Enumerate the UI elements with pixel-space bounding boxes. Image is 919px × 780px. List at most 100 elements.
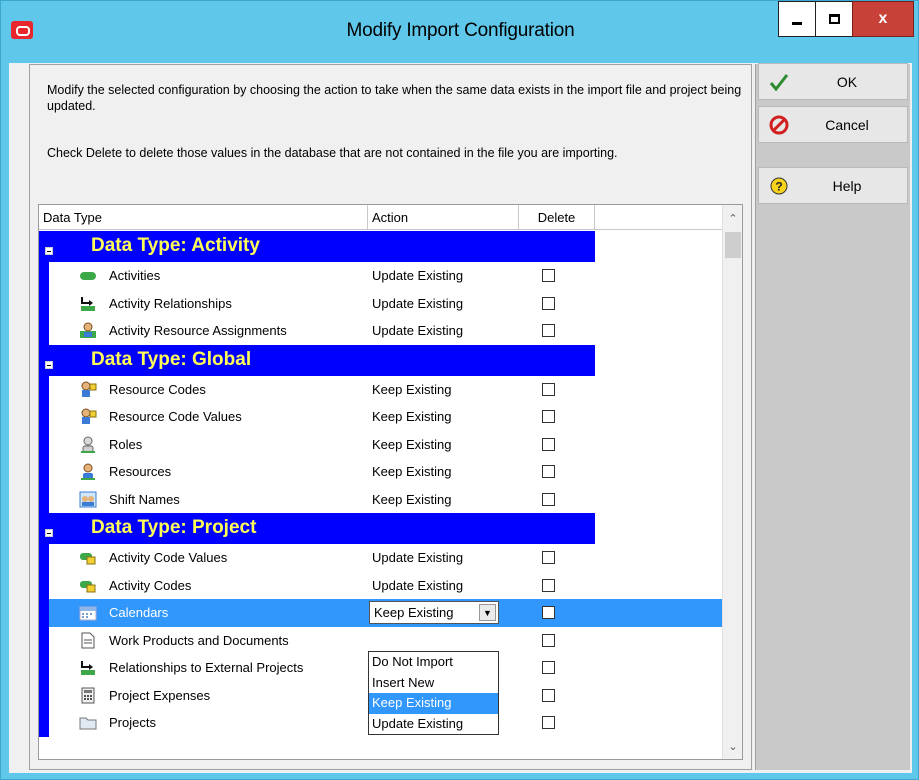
calendar-icon bbox=[79, 604, 97, 621]
group-indent-bar bbox=[39, 289, 49, 317]
minimize-icon bbox=[792, 21, 802, 25]
vertical-scrollbar[interactable]: ⌃ ⌄ bbox=[722, 205, 742, 759]
action-select[interactable]: Keep Existing ▼ bbox=[369, 601, 499, 624]
ok-label: OK bbox=[836, 74, 858, 90]
activities-icon bbox=[79, 267, 97, 284]
relationship-icon bbox=[79, 659, 97, 676]
delete-checkbox[interactable] bbox=[542, 324, 555, 337]
help-button[interactable]: ? Help bbox=[758, 167, 908, 204]
row-data-type-label: Shift Names bbox=[109, 491, 180, 507]
scroll-thumb[interactable] bbox=[725, 232, 741, 258]
delete-checkbox[interactable] bbox=[542, 382, 555, 396]
folder-icon bbox=[79, 714, 97, 731]
group-indent-bar bbox=[39, 317, 49, 345]
group-header-row[interactable]: Data Type: Global bbox=[39, 344, 595, 376]
scroll-up-icon[interactable]: ⌃ bbox=[723, 209, 742, 229]
shift-icon bbox=[79, 491, 97, 508]
table-row[interactable]: Activity Codes Update Existing bbox=[39, 571, 722, 599]
maximize-icon bbox=[828, 14, 840, 24]
row-action-value[interactable]: Keep Existing bbox=[372, 492, 452, 507]
table-row[interactable]: Calendars Keep Existing ▼ bbox=[39, 599, 722, 627]
action-select-value: Keep Existing bbox=[374, 605, 454, 620]
delete-checkbox[interactable] bbox=[542, 269, 555, 282]
delete-checkbox[interactable] bbox=[542, 410, 555, 423]
group-header-row[interactable]: Data Type: Activity bbox=[39, 231, 595, 262]
delete-checkbox[interactable] bbox=[542, 633, 555, 647]
dropdown-option[interactable]: Insert New bbox=[369, 673, 498, 694]
title-bar[interactable]: Modify Import Configuration x bbox=[1, 1, 919, 63]
group-indent-bar bbox=[39, 544, 49, 572]
table-row[interactable]: Shift Names Keep Existing bbox=[39, 485, 722, 513]
row-action-value[interactable]: Update Existing bbox=[372, 296, 463, 311]
grid-header: Data Type Action Delete bbox=[39, 205, 742, 230]
scroll-down-icon[interactable]: ⌄ bbox=[723, 737, 742, 757]
cancel-label: Cancel bbox=[825, 117, 869, 133]
table-row[interactable]: Resource Codes Keep Existing bbox=[39, 375, 722, 403]
delete-checkbox[interactable] bbox=[542, 465, 555, 478]
collapse-toggle-icon[interactable] bbox=[45, 360, 53, 369]
delete-checkbox[interactable] bbox=[542, 716, 555, 729]
resource-code-icon bbox=[79, 408, 97, 425]
row-data-type-label: Activity Relationships bbox=[109, 295, 232, 311]
help-icon: ? bbox=[770, 177, 788, 195]
ok-button[interactable]: OK bbox=[758, 63, 908, 100]
maximize-button[interactable] bbox=[815, 1, 853, 37]
role-icon bbox=[79, 436, 97, 453]
activity-code-icon bbox=[79, 577, 97, 594]
minimize-button[interactable] bbox=[778, 1, 816, 37]
delete-checkbox[interactable] bbox=[542, 551, 555, 564]
row-data-type-label: Roles bbox=[109, 436, 143, 452]
row-action-value[interactable]: Update Existing bbox=[372, 323, 463, 338]
delete-checkbox[interactable] bbox=[542, 661, 555, 674]
table-row[interactable]: Resources Keep Existing bbox=[39, 458, 722, 486]
delete-checkbox[interactable] bbox=[542, 437, 555, 451]
dropdown-option[interactable]: Do Not Import bbox=[369, 652, 498, 673]
group-header-row[interactable]: Data Type: Project bbox=[39, 513, 595, 544]
row-data-type-label: Work Products and Documents bbox=[109, 632, 289, 648]
row-action-value[interactable]: Keep Existing bbox=[372, 464, 452, 479]
delete-checkbox[interactable] bbox=[542, 578, 555, 592]
group-indent-bar bbox=[39, 571, 49, 599]
table-row[interactable]: Activity Resource Assignments Update Exis… bbox=[39, 317, 722, 345]
close-button[interactable]: x bbox=[852, 1, 914, 37]
chevron-down-icon[interactable]: ▼ bbox=[479, 604, 496, 621]
row-data-type-label: Projects bbox=[109, 715, 156, 730]
collapse-toggle-icon[interactable] bbox=[45, 529, 53, 537]
instruction-text-1: Modify the selected configuration by cho… bbox=[47, 83, 742, 113]
checkmark-icon bbox=[769, 74, 789, 92]
table-row[interactable]: Activity Code Values Update Existing bbox=[39, 544, 722, 572]
column-header-action[interactable]: Action bbox=[368, 205, 519, 230]
assignment-icon bbox=[79, 322, 97, 339]
cancel-button[interactable]: Cancel bbox=[758, 106, 908, 143]
dropdown-option[interactable]: Keep Existing bbox=[369, 693, 498, 714]
column-header-data-type[interactable]: Data Type bbox=[39, 205, 368, 230]
row-action-value[interactable]: Keep Existing bbox=[372, 409, 452, 424]
delete-checkbox[interactable] bbox=[542, 688, 555, 702]
table-row[interactable]: Activities Update Existing bbox=[39, 262, 722, 290]
row-action-value[interactable]: Update Existing bbox=[372, 268, 463, 283]
row-action-value[interactable]: Update Existing bbox=[372, 550, 463, 565]
action-dropdown-list: Do Not Import Insert New Keep Existing Upda… bbox=[368, 651, 499, 735]
group-title: Data Type: Project bbox=[91, 517, 257, 538]
delete-checkbox[interactable] bbox=[542, 296, 555, 310]
group-indent-bar bbox=[39, 262, 49, 290]
table-row[interactable]: Resource Code Values Keep Existing bbox=[39, 403, 722, 431]
row-action-value[interactable]: Keep Existing bbox=[372, 382, 452, 397]
cancel-icon bbox=[769, 115, 789, 135]
dropdown-option[interactable]: Update Existing bbox=[369, 714, 498, 735]
row-action-value[interactable]: Keep Existing bbox=[372, 437, 452, 452]
collapse-toggle-icon[interactable] bbox=[45, 247, 53, 255]
table-row[interactable]: Work Products and Documents bbox=[39, 626, 722, 654]
table-row[interactable]: Roles Keep Existing bbox=[39, 430, 722, 458]
group-indent-bar bbox=[39, 403, 49, 431]
delete-checkbox[interactable] bbox=[542, 606, 555, 619]
svg-text:?: ? bbox=[775, 180, 782, 194]
group-indent-bar bbox=[39, 626, 49, 654]
row-action-value[interactable]: Update Existing bbox=[372, 578, 463, 593]
instruction-text-2: Check Delete to delete those values in t… bbox=[47, 146, 618, 160]
table-row[interactable]: Activity Relationships Update Existing bbox=[39, 289, 722, 317]
row-data-type-label: Activity Code Values bbox=[109, 550, 228, 565]
delete-checkbox[interactable] bbox=[542, 492, 555, 506]
column-header-delete[interactable]: Delete bbox=[519, 205, 595, 230]
activity-code-icon bbox=[79, 549, 97, 566]
